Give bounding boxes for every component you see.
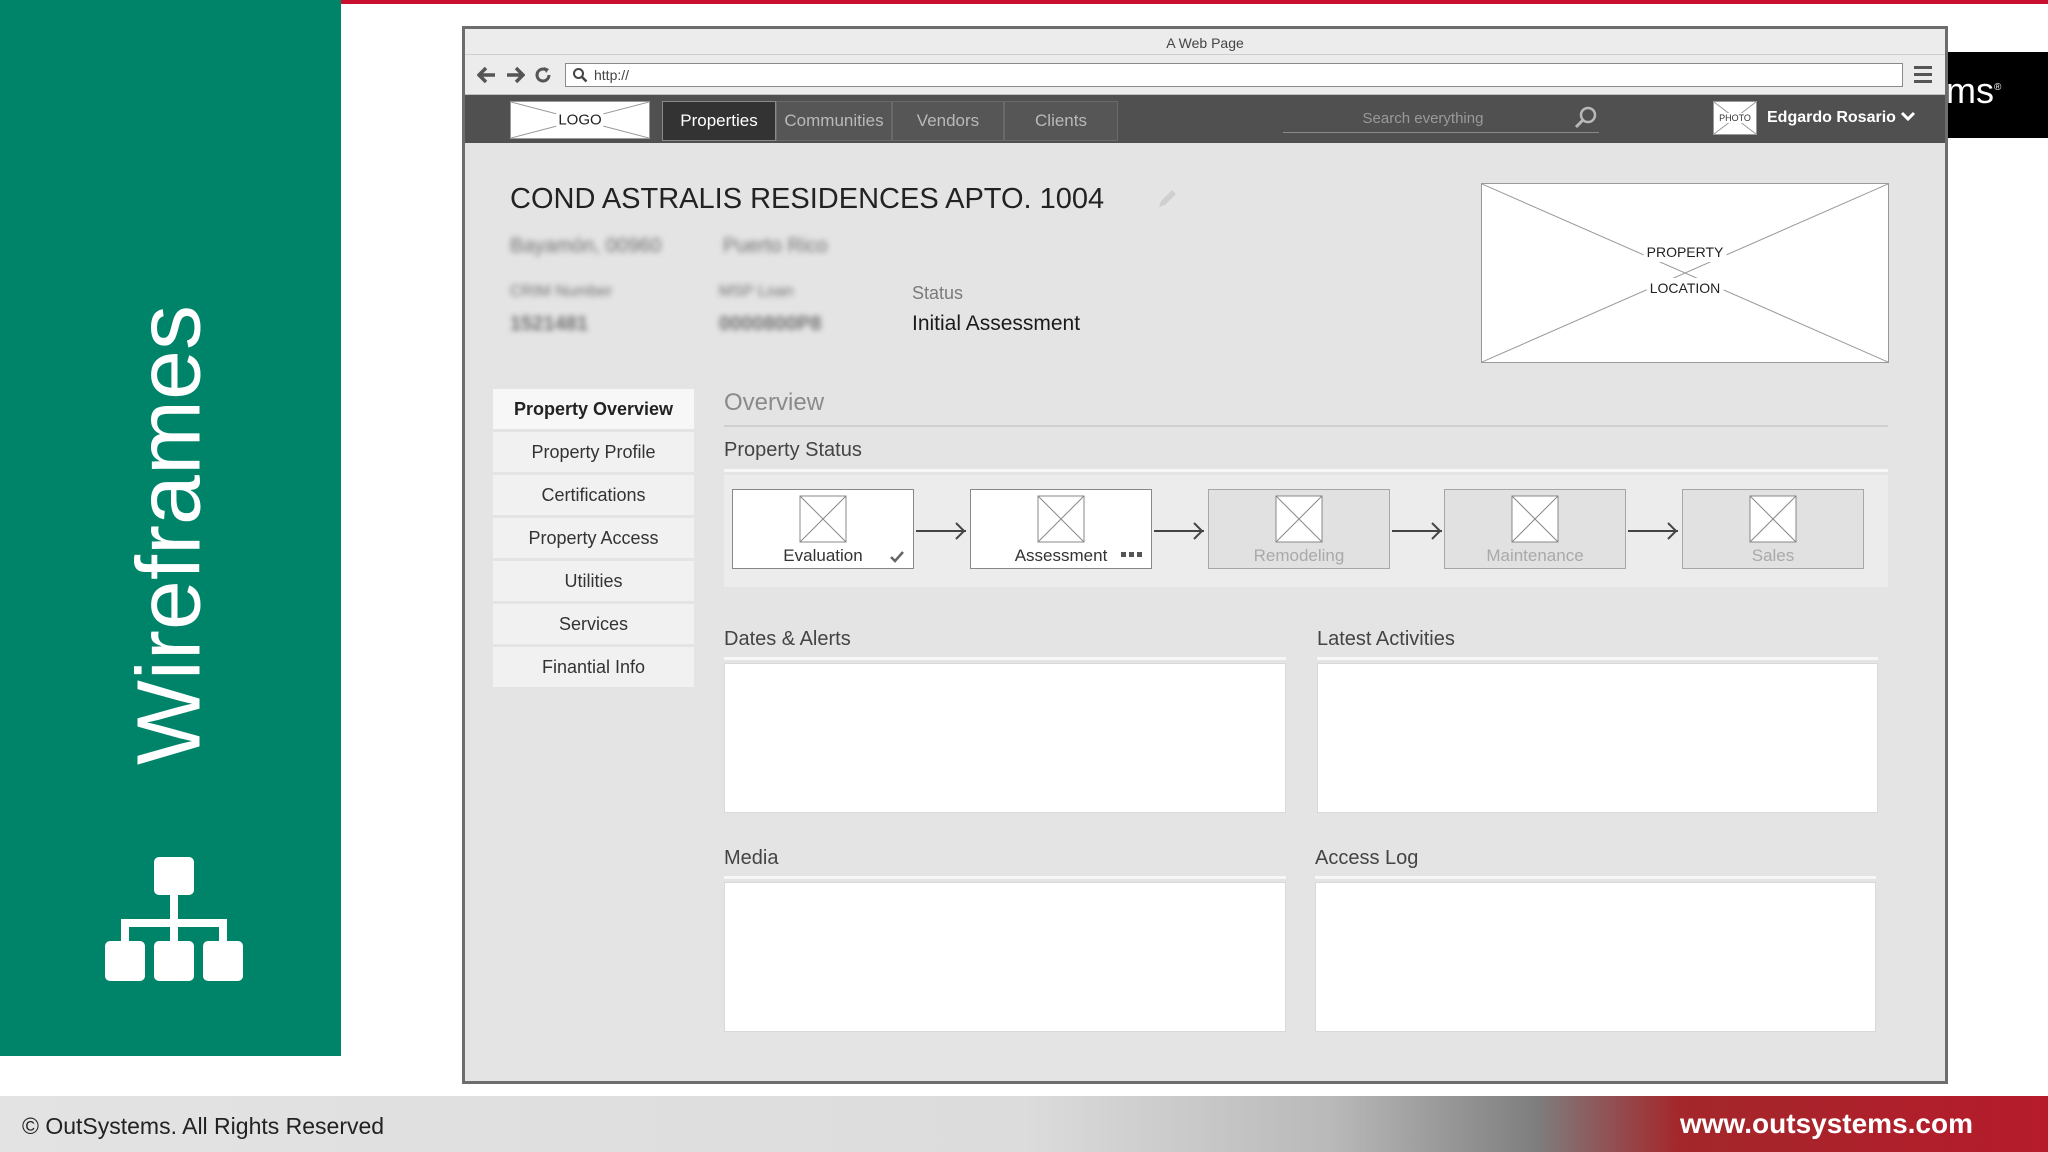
logo-text: LOGO — [556, 111, 604, 129]
tab-clients[interactable]: Clients — [1004, 101, 1118, 141]
tab-properties[interactable]: Properties — [662, 101, 776, 141]
brand-text: ms — [1946, 70, 1994, 111]
step-sales[interactable]: Sales — [1682, 489, 1864, 569]
blurred-country: Puerto Rico — [723, 235, 828, 257]
blurred-field-label: CRIM Number — [510, 283, 613, 300]
image-placeholder-icon — [1511, 495, 1559, 543]
main-nav: Properties Communities Vendors Clients — [662, 101, 1118, 141]
side-menu-item-finantial-info[interactable]: Finantial Info — [493, 647, 694, 687]
divider — [1315, 876, 1876, 879]
step-remodeling[interactable]: Remodeling — [1208, 489, 1390, 569]
step-maintenance[interactable]: Maintenance — [1444, 489, 1626, 569]
divider — [724, 657, 1286, 660]
property-title: COND ASTRALIS RESIDENCES APTO. 1004 — [510, 183, 1105, 215]
side-menu-item-property-access[interactable]: Property Access — [493, 518, 694, 558]
step-label: Sales — [1751, 546, 1795, 565]
dates-alerts-panel[interactable] — [724, 663, 1286, 813]
sitemap-icon — [105, 857, 243, 981]
blurred-city: Bayamón, 00960 — [510, 235, 662, 257]
chevron-down-icon[interactable] — [1899, 107, 1917, 125]
pencil-edit-icon[interactable] — [1155, 187, 1179, 211]
forward-arrow-icon[interactable] — [501, 61, 529, 89]
step-label: Evaluation — [783, 546, 863, 565]
search-icon[interactable] — [1573, 105, 1599, 131]
latest-activities-heading: Latest Activities — [1317, 628, 1455, 650]
arrow-right-icon — [916, 522, 966, 540]
reload-icon[interactable] — [529, 61, 557, 89]
map-label-line2: LOCATION — [1646, 278, 1724, 298]
tab-communities[interactable]: Communities — [776, 101, 892, 141]
map-label-line1: PROPERTY — [1643, 242, 1727, 262]
outsystems-brand-fragment: ms® — [1946, 52, 2048, 138]
registered-mark: ® — [1994, 82, 2002, 93]
logo-placeholder[interactable]: LOGO — [510, 101, 650, 139]
side-menu-item-property-overview[interactable]: Property Overview — [493, 389, 694, 429]
photo-text: PHOTO — [1719, 113, 1751, 123]
back-arrow-icon[interactable] — [473, 61, 501, 89]
side-menu-item-utilities[interactable]: Utilities — [493, 561, 694, 601]
blurred-field-value: 0000800P8 — [719, 313, 822, 335]
website-link[interactable]: www.outsystems.com — [1680, 1108, 1973, 1140]
property-status-steps: Evaluation Assessment Remodeling Mainten… — [724, 475, 1888, 587]
access-log-panel[interactable] — [1315, 882, 1876, 1032]
browser-address-bar: http:// — [465, 55, 1945, 95]
slide-footer: © OutSystems. All Rights Reserved www.ou… — [0, 1096, 2048, 1152]
hamburger-menu-icon[interactable] — [1909, 61, 1937, 89]
page-content: COND ASTRALIS RESIDENCES APTO. 1004 Baya… — [465, 143, 1945, 1059]
arrow-right-icon — [1392, 522, 1442, 540]
step-label: Remodeling — [1253, 546, 1345, 565]
app-header: LOGO Properties Communities Vendors Clie… — [465, 95, 1945, 143]
dates-alerts-heading: Dates & Alerts — [724, 628, 851, 650]
search-bar — [1283, 105, 1599, 133]
arrow-right-icon — [1628, 522, 1678, 540]
copyright-text: © OutSystems. All Rights Reserved — [22, 1113, 385, 1139]
side-menu-item-property-profile[interactable]: Property Profile — [493, 432, 694, 472]
url-field[interactable]: http:// — [565, 62, 1903, 87]
step-assessment[interactable]: Assessment — [970, 489, 1152, 569]
property-status-heading: Property Status — [724, 439, 862, 461]
user-photo-placeholder[interactable]: PHOTO — [1713, 101, 1757, 135]
media-heading: Media — [724, 847, 779, 869]
divider — [1317, 657, 1878, 660]
slide-title: Wireframes — [119, 304, 220, 766]
image-placeholder-icon — [1749, 495, 1797, 543]
search-input[interactable] — [1283, 105, 1563, 131]
status-label: Status — [912, 283, 964, 303]
step-label: Maintenance — [1486, 546, 1584, 565]
side-menu-item-services[interactable]: Services — [493, 604, 694, 644]
image-placeholder-icon — [799, 495, 847, 543]
arrow-right-icon — [1154, 522, 1204, 540]
presentation-slide: Wireframes ms® A Web Page http:// LOGO P… — [0, 0, 2048, 1152]
latest-activities-panel[interactable] — [1317, 663, 1878, 813]
side-menu-item-certifications[interactable]: Certifications — [493, 475, 694, 515]
blurred-field-value: 1521481 — [510, 313, 588, 335]
url-search-icon — [573, 67, 588, 82]
tab-vendors[interactable]: Vendors — [892, 101, 1004, 141]
media-panel[interactable] — [724, 882, 1286, 1032]
step-evaluation[interactable]: Evaluation — [732, 489, 914, 569]
status-value: Initial Assessment — [912, 312, 1081, 335]
blurred-field-label: MSP Loan — [719, 283, 794, 300]
property-location-map-placeholder[interactable]: PROPERTY LOCATION — [1481, 183, 1889, 363]
overview-heading: Overview — [724, 389, 1888, 427]
side-menu: Property Overview Property Profile Certi… — [493, 389, 694, 690]
checkmark-icon — [890, 551, 904, 563]
top-accent-bar — [341, 0, 2048, 4]
browser-window-mockup: A Web Page http:// LOGO Properties Commu… — [462, 26, 1948, 1084]
left-title-panel: Wireframes — [0, 0, 341, 1056]
overview-section: Overview — [724, 389, 1888, 427]
image-placeholder-icon — [1037, 495, 1085, 543]
browser-titlebar: A Web Page — [465, 29, 1945, 55]
divider — [724, 469, 1888, 472]
in-progress-dots-icon — [1121, 552, 1142, 557]
image-placeholder-icon — [1275, 495, 1323, 543]
divider — [724, 876, 1286, 879]
access-log-heading: Access Log — [1315, 847, 1419, 869]
user-name[interactable]: Edgardo Rosario — [1767, 109, 1896, 127]
url-text: http:// — [594, 66, 630, 83]
